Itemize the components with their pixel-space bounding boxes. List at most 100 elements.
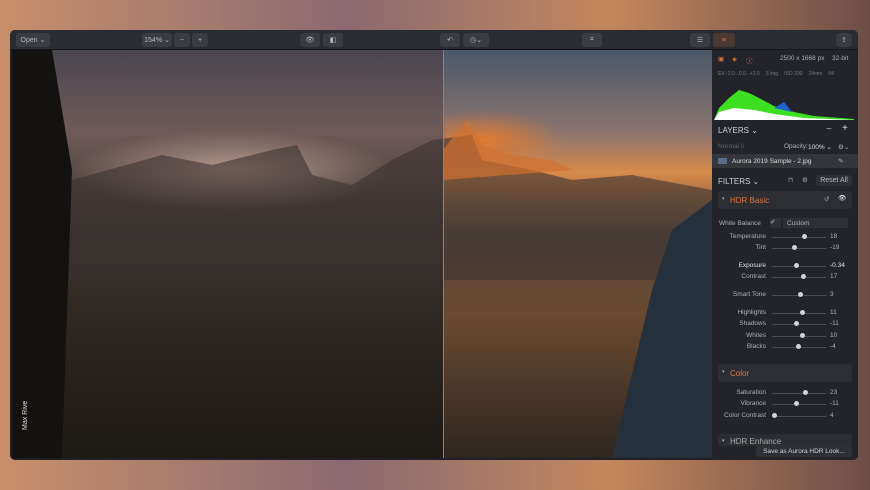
slider-label: Tint <box>755 244 766 251</box>
slider-vibrance[interactable]: Vibrance -11 <box>712 399 858 409</box>
slider-track[interactable] <box>772 404 826 405</box>
slider-exposure[interactable]: Exposure -0.34 <box>712 261 858 271</box>
slider-shadows[interactable]: Shadows -11 <box>712 319 858 329</box>
layer-thumbnail <box>718 158 727 164</box>
mountain-silhouette <box>12 50 712 458</box>
slider-value: 17 <box>830 273 838 280</box>
slider-track[interactable] <box>772 237 826 238</box>
slider-track[interactable] <box>772 393 826 394</box>
toolbar: Open ⌄ 154% ⌄ − + 👁 ◧ ↶ ◷⌄ ⌗ ☰ ≡ ⇪ <box>10 30 858 50</box>
slider-blacks[interactable]: Blacks -4 <box>712 342 858 352</box>
info-icon[interactable]: ⓘ <box>746 55 753 65</box>
opacity-dropdown[interactable]: 100% ⌄ <box>808 143 832 151</box>
slider-knob[interactable] <box>791 245 797 250</box>
layer-item[interactable]: Aurora 2019 Sample - 2.jpg ✎ <box>712 154 858 168</box>
open-button[interactable]: Open ⌄ <box>16 33 50 47</box>
app-window: Open ⌄ 154% ⌄ − + 👁 ◧ ↶ ◷⌄ ⌗ ☰ ≡ ⇪ Max R… <box>10 30 858 460</box>
slider-value: 18 <box>830 233 838 240</box>
brush-icon[interactable]: ✎ <box>838 157 843 165</box>
slider-label: Color Contrast <box>724 412 766 419</box>
slider-value: 3 <box>830 291 834 298</box>
white-balance-label: White Balance <box>719 220 761 227</box>
slider-knob[interactable] <box>794 263 800 268</box>
slider-smart-tone[interactable]: Smart Tone 3 <box>712 290 858 300</box>
layers-stack-icon[interactable]: ◈ <box>732 55 737 63</box>
slider-knob[interactable] <box>803 390 809 395</box>
undo-icon[interactable]: ↶ <box>440 33 460 47</box>
slider-value: 11 <box>830 309 837 316</box>
slider-knob[interactable] <box>800 310 806 315</box>
slider-label: Saturation <box>736 389 766 396</box>
slider-knob[interactable] <box>799 333 805 338</box>
slider-knob[interactable] <box>793 321 799 326</box>
slider-track[interactable] <box>772 416 826 417</box>
slider-label: Smart Tone <box>732 291 766 298</box>
slider-track[interactable] <box>772 266 826 267</box>
photo-canvas[interactable]: Max Rive <box>12 50 712 458</box>
slider-temperature[interactable]: Temperature 18 <box>712 232 858 242</box>
slider-knob[interactable] <box>772 413 778 418</box>
add-layer-icon[interactable]: + <box>842 123 848 134</box>
share-icon[interactable]: ⇪ <box>836 33 852 47</box>
slider-value: -11 <box>830 400 839 407</box>
opacity-label: Opacity: <box>784 143 808 150</box>
slider-value: -4 <box>830 343 836 350</box>
slider-saturation[interactable]: Saturation 23 <box>712 388 858 398</box>
slider-track[interactable] <box>772 313 826 314</box>
reset-filter-icon[interactable]: ↺ <box>824 195 829 203</box>
photo-credit: Max Rive <box>22 400 29 430</box>
slider-label: Whites <box>746 332 766 339</box>
slider-knob[interactable] <box>793 401 799 406</box>
focal-length: 24mm <box>808 71 823 77</box>
slider-knob[interactable] <box>801 274 807 279</box>
image-dimensions: 2500 x 1668 px <box>780 55 825 62</box>
slider-value: -0.34 <box>830 262 845 269</box>
color-section-header[interactable]: ▾ Color <box>718 364 852 382</box>
eyedropper-icon[interactable]: ✐ <box>770 218 781 228</box>
compare-split-icon[interactable]: ◧ <box>323 33 343 47</box>
layers-header[interactable]: LAYERS ⌄ <box>718 126 858 135</box>
slider-track[interactable] <box>772 248 826 249</box>
hdr-basic-section-header[interactable]: ▾ HDR Basic ↺ 👁 <box>718 191 852 209</box>
slider-track[interactable] <box>772 324 826 325</box>
zoom-dropdown[interactable]: 154% ⌄ <box>142 33 172 47</box>
white-balance-select[interactable]: Custom <box>783 218 848 228</box>
crop-icon[interactable]: ⌗ <box>582 33 602 47</box>
slider-knob[interactable] <box>798 292 804 297</box>
mask-icon[interactable]: ⊓ <box>788 176 793 184</box>
slider-highlights[interactable]: Highlights 11 <box>712 308 858 318</box>
history-icon[interactable]: ◷⌄ <box>463 33 489 47</box>
histogram-icon[interactable]: ▣ <box>718 55 724 63</box>
adjustments-icon[interactable]: ≡ <box>713 33 735 47</box>
slider-color-contrast[interactable]: Color Contrast 4 <box>712 411 858 421</box>
preview-eye-icon[interactable]: 👁 <box>300 33 320 47</box>
slider-value: 23 <box>830 389 838 396</box>
slider-track[interactable] <box>772 336 826 337</box>
slider-track[interactable] <box>772 277 826 278</box>
slider-value: -19 <box>830 244 840 251</box>
blend-mode-select[interactable]: Normal ◊ <box>718 143 744 150</box>
exif-row: EV -2.0...0.0...+2.0 3 img ISO 200 24mm … <box>712 71 858 77</box>
right-panel: ▣ ◈ ⓘ 2500 x 1668 px 32-bit EV -2.0...0.… <box>712 50 858 460</box>
reset-all-button[interactable]: Reset All <box>816 175 852 186</box>
zoom-out-button[interactable]: − <box>174 33 190 47</box>
slider-contrast[interactable]: Contrast 17 <box>712 272 858 282</box>
white-balance-value: Custom <box>787 220 810 227</box>
slider-knob[interactable] <box>802 234 808 239</box>
slider-label: Highlights <box>737 309 766 316</box>
image-count: 3 img <box>765 71 779 77</box>
remove-layer-icon[interactable]: − <box>826 124 832 135</box>
gear-icon[interactable]: ⚙⌄ <box>838 143 849 151</box>
zoom-in-button[interactable]: + <box>192 33 208 47</box>
compare-split-handle[interactable] <box>443 50 444 458</box>
slider-value: 4 <box>830 412 834 419</box>
slider-tint[interactable]: Tint -19 <box>712 243 858 253</box>
slider-whites[interactable]: Whites 10 <box>712 331 858 341</box>
slider-knob[interactable] <box>795 344 801 349</box>
layers-view-icon[interactable]: ☰ <box>690 33 710 47</box>
save-look-button[interactable]: Save as Aurora HDR Look... <box>756 445 852 457</box>
visibility-eye-icon[interactable]: 👁 <box>838 194 846 202</box>
slider-label: Shadows <box>739 320 766 327</box>
filter-settings-icon[interactable]: ⚙ <box>802 176 808 184</box>
slider-label: Vibrance <box>740 400 766 407</box>
